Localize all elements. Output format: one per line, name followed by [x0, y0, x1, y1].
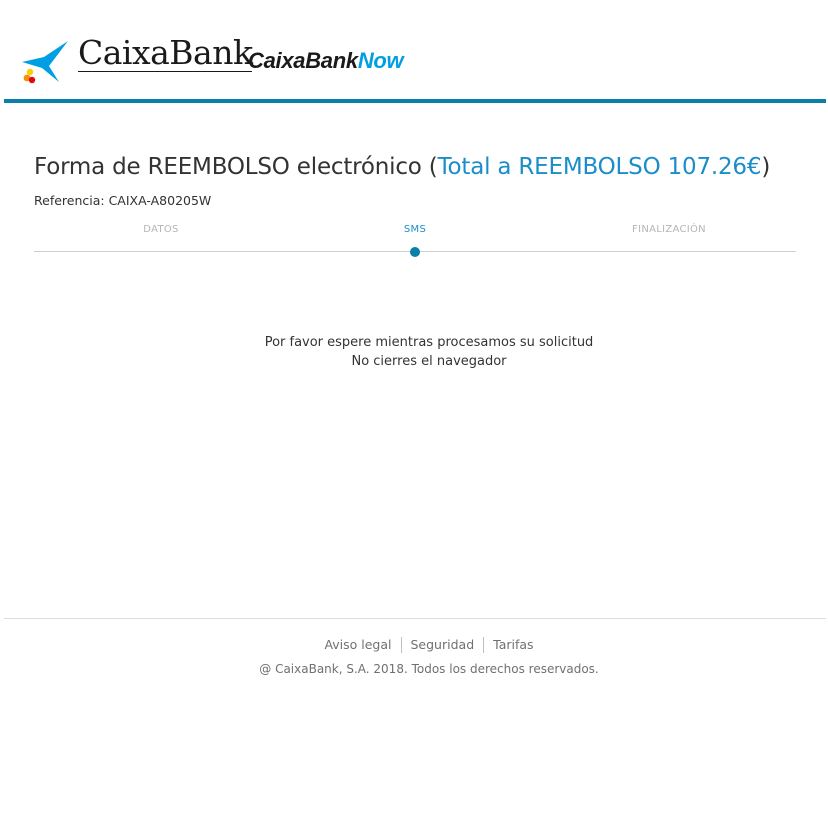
- step-label-datos: DATOS: [143, 224, 179, 235]
- page-title: Forma de REEMBOLSO electrónico (Total a …: [34, 154, 770, 180]
- progress-steps: DATOS SMS FINALIZACIÓN: [34, 222, 796, 262]
- current-step-indicator: [410, 247, 420, 257]
- title-paren-close: ): [761, 154, 771, 180]
- footer-link-tarifas[interactable]: Tarifas: [483, 637, 542, 653]
- processing-message-line1: Por favor espere mientras procesamos su …: [264, 335, 594, 350]
- footer-link-aviso-legal[interactable]: Aviso legal: [315, 637, 400, 653]
- title-paren-open: (: [421, 154, 438, 180]
- step-label-sms: SMS: [403, 224, 427, 235]
- header: CaixaBank CaixaBankNow: [4, 0, 826, 104]
- copyright-notice: @ CaixaBank, S.A. 2018. Todos los derech…: [259, 662, 599, 676]
- header-divider: [4, 99, 826, 103]
- footer-link-seguridad[interactable]: Seguridad: [400, 637, 484, 653]
- processing-message-line2: No cierres el navegador: [351, 354, 507, 369]
- reference-number: Referencia: CAIXA-A80205W: [34, 193, 212, 208]
- caixabank-star-icon: [22, 41, 68, 84]
- footer-divider: [4, 618, 826, 619]
- step-label-finalizacion: FINALIZACIÓN: [632, 224, 706, 235]
- caixabank-logo-text[interactable]: CaixaBank: [78, 36, 253, 72]
- now-logo-part1: CaixaBank: [248, 48, 358, 73]
- processing-message: Por favor espere mientras procesamos su …: [0, 333, 828, 371]
- footer-links: Aviso legal Seguridad Tarifas: [0, 637, 828, 653]
- caixabank-now-logo[interactable]: CaixaBankNow: [248, 48, 404, 73]
- now-logo-part2: Now: [357, 48, 404, 73]
- page-title-main: Forma de REEMBOLSO electrónico: [34, 154, 422, 180]
- refund-total: Total a REEMBOLSO 107.26€: [437, 154, 762, 180]
